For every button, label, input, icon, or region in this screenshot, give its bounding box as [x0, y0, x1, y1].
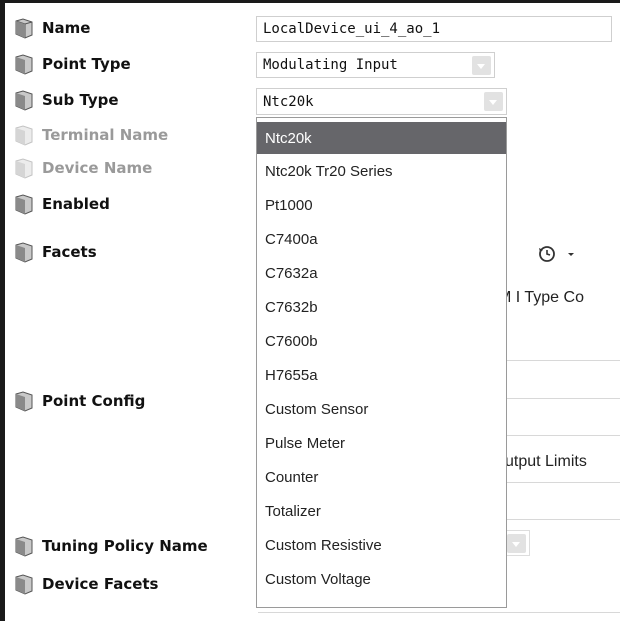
point-type-select[interactable]: Modulating Input [256, 52, 495, 78]
prop-label: Device Name [42, 159, 153, 177]
prop-point-type: Point Type [13, 52, 131, 76]
object-icon [15, 54, 33, 75]
prop-device-name: Device Name [13, 156, 152, 180]
prop-name: Name [13, 16, 90, 40]
prop-label: Sub Type [42, 91, 119, 109]
point-type-value: Modulating Input [263, 57, 398, 73]
window-frame-left [0, 0, 5, 621]
prop-sub-type: Sub Type [13, 88, 119, 112]
dropdown-option[interactable]: Pulse Meter [257, 426, 506, 460]
dropdown-option[interactable]: Ntc20k Tr20 Series [257, 154, 506, 188]
dropdown-option[interactable]: C7632b [257, 290, 506, 324]
prop-label: Facets [42, 243, 97, 261]
prop-label: Terminal Name [42, 126, 169, 144]
sub-type-value: Ntc20k [263, 93, 314, 110]
row-divider [507, 360, 620, 361]
object-icon [15, 18, 33, 39]
prop-terminal-name: Terminal Name [13, 123, 168, 147]
sub-type-select[interactable]: Ntc20k [256, 88, 507, 115]
prop-label: Name [42, 19, 91, 37]
row-divider [507, 482, 620, 483]
output-limits-label: utput Limits [505, 453, 587, 470]
object-icon [15, 242, 33, 263]
history-button[interactable] [537, 243, 577, 265]
dropdown-option[interactable]: C7600b [257, 324, 506, 358]
row-divider [507, 398, 620, 399]
object-icon [15, 194, 33, 215]
prop-label: Enabled [42, 195, 110, 213]
prop-label: Device Facets [42, 575, 159, 593]
dropdown-option[interactable]: Ntc20k [257, 122, 506, 154]
object-icon [15, 125, 33, 146]
object-icon [15, 90, 33, 111]
row-divider [507, 519, 620, 520]
history-icon [539, 246, 555, 262]
object-icon [15, 391, 33, 412]
dropdown-option[interactable]: C7400a [257, 222, 506, 256]
prop-label: Point Type [42, 55, 131, 73]
prop-label: Point Config [42, 392, 146, 410]
dropdown-option[interactable]: C7632a [257, 256, 506, 290]
prop-enabled: Enabled [13, 192, 110, 216]
dropdown-option[interactable]: Custom Sensor [257, 392, 506, 426]
sub-type-dropdown-list[interactable]: Ntc20k Ntc20k Tr20 Series Pt1000 C7400a C763… [256, 117, 507, 608]
dropdown-option[interactable]: Counter [257, 460, 506, 494]
mi-type-config-label: M I Type Co [498, 289, 584, 306]
row-divider [507, 435, 620, 436]
window-frame-top [0, 0, 620, 3]
prop-facets: Facets [13, 240, 97, 264]
prop-label: Tuning Policy Name [42, 537, 208, 555]
chevron-down-icon[interactable] [484, 92, 503, 111]
chevron-down-icon[interactable] [507, 534, 526, 553]
prop-device-facets: Device Facets [13, 572, 158, 596]
dropdown-option[interactable]: Custom Resistive [257, 528, 506, 562]
prop-tuning-policy-name: Tuning Policy Name [13, 534, 208, 558]
prop-point-config: Point Config [13, 389, 145, 413]
row-divider [258, 612, 620, 613]
object-icon [15, 574, 33, 595]
dropdown-option[interactable]: Custom Voltage [257, 562, 506, 596]
dropdown-option[interactable]: H7655a [257, 358, 506, 392]
name-value: LocalDevice_ui_4_ao_1 [263, 21, 441, 37]
chevron-down-icon[interactable] [472, 56, 491, 75]
object-icon [15, 536, 33, 557]
dropdown-option[interactable]: Pt1000 [257, 188, 506, 222]
chevron-down-icon [568, 253, 574, 256]
dropdown-option[interactable]: Totalizer [257, 494, 506, 528]
object-icon [15, 158, 33, 179]
name-field[interactable]: LocalDevice_ui_4_ao_1 [256, 16, 612, 42]
